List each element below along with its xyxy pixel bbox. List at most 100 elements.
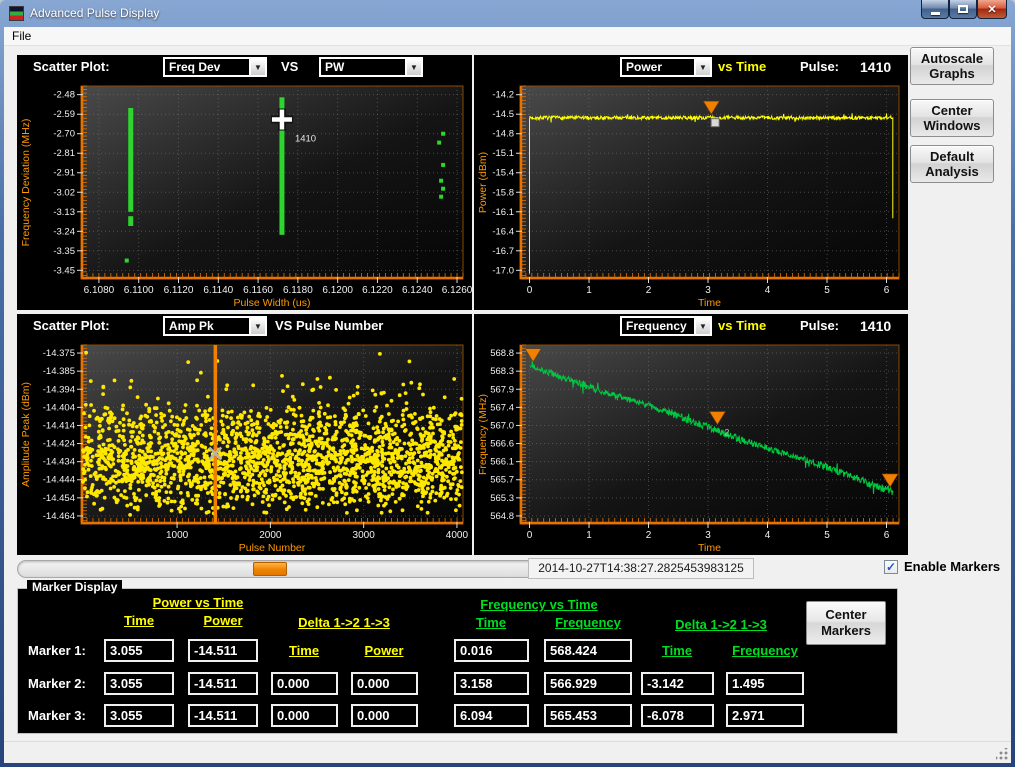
power-time-col-header: Time [124, 613, 154, 628]
dropdown-arrow-icon[interactable]: ▼ [694, 318, 710, 334]
marker3-freq-time: 6.094 [454, 704, 529, 727]
resize-grip[interactable] [996, 748, 1008, 760]
pulse-value: 1410 [860, 314, 891, 338]
svg-text:Power (dBm): Power (dBm) [477, 152, 489, 213]
svg-text:2: 2 [646, 285, 652, 296]
svg-text:1: 1 [586, 285, 592, 296]
marker1-freq-value: 568.424 [544, 639, 632, 662]
svg-text:-2.81: -2.81 [53, 148, 75, 159]
svg-text:-3.35: -3.35 [53, 246, 75, 257]
svg-text:-16.1: -16.1 [492, 207, 514, 218]
marker1-label: Marker 1: [28, 643, 86, 658]
svg-text:-14.385: -14.385 [43, 366, 75, 377]
svg-text:6.1240: 6.1240 [402, 285, 433, 296]
vs-time-label: vs Time [718, 314, 766, 338]
svg-text:2: 2 [724, 428, 729, 438]
panel-header: Frequency ▼ vs Time Pulse: 1410 [474, 314, 908, 338]
y-axis-select-dropdown[interactable]: Freq Dev ▼ [163, 57, 267, 77]
svg-text:-2.48: -2.48 [53, 90, 75, 101]
dropdown-arrow-icon[interactable]: ▼ [405, 59, 421, 75]
marker2-label: Marker 2: [28, 676, 86, 691]
frequency-vs-time-chart[interactable]: 568.8568.3567.9567.4567.0566.6566.1565.7… [474, 338, 908, 555]
minimize-button[interactable] [921, 0, 949, 19]
maximize-icon [958, 5, 968, 13]
button-label-line: Windows [911, 118, 993, 133]
power-vs-time-panel: Power ▼ vs Time Pulse: 1410 -14.2 -14.5 -1… [474, 55, 908, 310]
svg-text:6.1260: 6.1260 [442, 285, 472, 296]
enable-markers-checkbox[interactable]: ✓ [884, 560, 898, 574]
app-icon [9, 6, 24, 21]
svg-text:-16.4: -16.4 [492, 226, 514, 237]
svg-text:Time: Time [698, 297, 721, 309]
svg-text:6.1180: 6.1180 [283, 285, 313, 296]
svg-text:-14.2: -14.2 [492, 90, 514, 101]
svg-text:6.1220: 6.1220 [362, 285, 393, 296]
dropdown-arrow-icon[interactable]: ▼ [249, 318, 265, 334]
freq-time-col-header: Time [476, 615, 506, 630]
svg-text:568.8: 568.8 [490, 348, 514, 359]
freq-delta-freq-col: Frequency [732, 643, 798, 658]
default-analysis-button[interactable]: Default Analysis [910, 145, 994, 183]
svg-text:4: 4 [765, 530, 771, 541]
title-bar[interactable]: Advanced Pulse Display ✕ [0, 0, 1015, 27]
svg-text:5: 5 [824, 530, 830, 541]
window-controls: ✕ [921, 0, 1007, 19]
x-axis-select-value: PW [321, 59, 405, 75]
marker3-delta-time: 0.000 [271, 704, 338, 727]
button-label-line: Markers [807, 623, 885, 639]
svg-text:567.4: 567.4 [490, 402, 514, 413]
svg-text:565.3: 565.3 [490, 493, 514, 504]
freqdev-vs-pw-chart[interactable]: -2.48-2.59-2.70-2.81-2.91-3.02-3.13-3.24… [17, 79, 472, 310]
svg-text:-14.375: -14.375 [43, 348, 75, 359]
power-vs-time-chart[interactable]: -14.2-14.5-14.8-15.1-15.4-15.8-16.1-16.4… [474, 79, 908, 310]
svg-text:565.7: 565.7 [490, 475, 514, 486]
svg-text:-15.1: -15.1 [492, 148, 514, 159]
svg-text:Frequency Deviation (MHz): Frequency Deviation (MHz) [20, 119, 32, 247]
pulse-scrollbar-thumb[interactable] [253, 562, 287, 576]
trace-select-dropdown[interactable]: Frequency ▼ [620, 316, 712, 336]
dropdown-arrow-icon[interactable]: ▼ [694, 59, 710, 75]
marker-display-title: Marker Display [27, 580, 122, 594]
button-label-line: Default [911, 149, 993, 164]
pulse-label: Pulse: [800, 314, 839, 338]
svg-text:4000: 4000 [446, 530, 469, 541]
window-title: Advanced Pulse Display [30, 6, 159, 20]
menu-file[interactable]: File [4, 27, 39, 45]
svg-text:-2.70: -2.70 [53, 129, 75, 140]
center-windows-button[interactable]: Center Windows [910, 99, 994, 137]
svg-text:-16.7: -16.7 [492, 246, 514, 257]
center-markers-button[interactable]: Center Markers [806, 601, 886, 645]
close-button[interactable]: ✕ [977, 0, 1007, 19]
close-icon: ✕ [987, 3, 996, 16]
x-axis-select-dropdown[interactable]: PW ▼ [319, 57, 423, 77]
button-label-line: Center [911, 103, 993, 118]
marker3-freq-value: 565.453 [544, 704, 632, 727]
svg-text:-14.444: -14.444 [43, 475, 75, 486]
maximize-button[interactable] [949, 0, 977, 19]
amppk-vs-pulsenumber-chart[interactable]: -14.375-14.385-14.394-14.404-14.414-14.4… [17, 338, 472, 555]
power-delta-time-col: Time [289, 643, 319, 658]
marker3-power-value: -14.511 [188, 704, 258, 727]
svg-text:-2.91: -2.91 [53, 168, 75, 179]
svg-text:5: 5 [824, 285, 830, 296]
svg-text:6: 6 [884, 285, 890, 296]
button-label-line: Autoscale [911, 51, 993, 66]
marker2-delta-freq-value: 1.495 [726, 672, 804, 695]
marker3-label: Marker 3: [28, 708, 86, 723]
scatter-plot-label: Scatter Plot: [33, 55, 110, 79]
pulse-value: 1410 [860, 55, 891, 79]
svg-text:2: 2 [646, 530, 652, 541]
svg-text:-3.02: -3.02 [53, 187, 75, 198]
marker1-freq-time: 0.016 [454, 639, 529, 662]
svg-text:6: 6 [884, 530, 890, 541]
marker1-power-value: -14.511 [188, 639, 258, 662]
autoscale-graphs-button[interactable]: Autoscale Graphs [910, 47, 994, 85]
y-axis-select-dropdown[interactable]: Amp Pk ▼ [163, 316, 267, 336]
svg-text:-3.45: -3.45 [53, 265, 75, 276]
svg-text:567.0: 567.0 [490, 420, 514, 431]
svg-text:-14.5: -14.5 [492, 109, 514, 120]
panel-header: Power ▼ vs Time Pulse: 1410 [474, 55, 908, 79]
svg-text:2000: 2000 [259, 530, 282, 541]
trace-select-dropdown[interactable]: Power ▼ [620, 57, 712, 77]
dropdown-arrow-icon[interactable]: ▼ [249, 59, 265, 75]
